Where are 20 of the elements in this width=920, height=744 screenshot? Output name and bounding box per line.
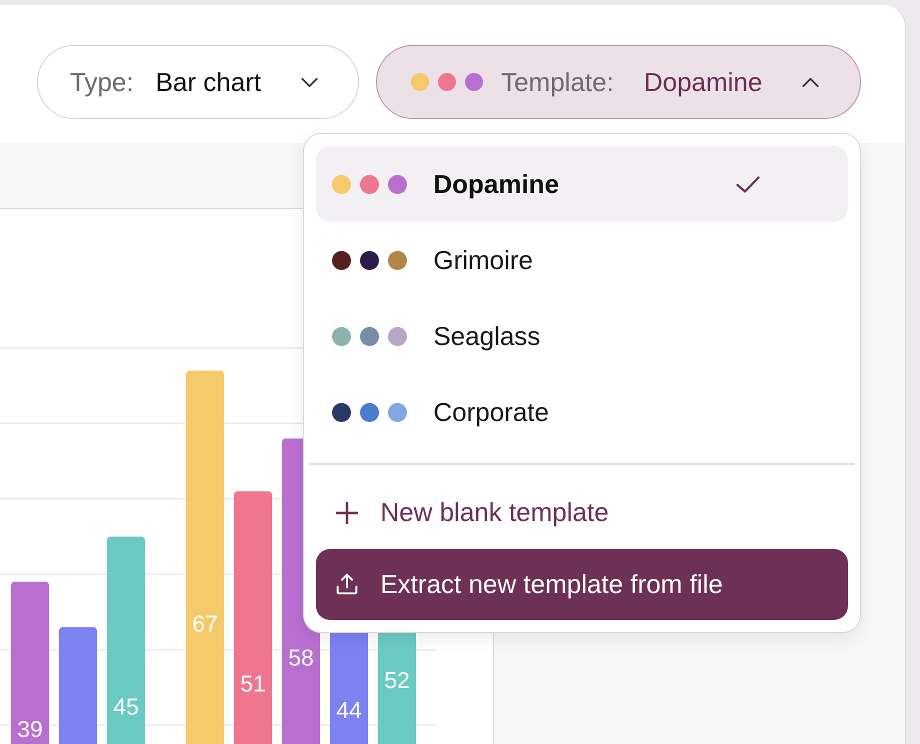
template-option[interactable]: Seaglass xyxy=(316,298,848,374)
bar-value-label: 51 xyxy=(240,670,266,697)
checkmark-icon xyxy=(736,176,760,192)
template-dropdown[interactable]: Template: Dopamine xyxy=(376,45,862,119)
template-option[interactable]: Dopamine xyxy=(316,146,848,222)
bar-value-label: 39 xyxy=(17,716,43,742)
type-dropdown[interactable]: Type: Bar chart xyxy=(37,45,360,119)
template-option[interactable]: Corporate xyxy=(316,374,848,450)
bar-value-label: 45 xyxy=(113,693,139,720)
extract-template-button[interactable]: Extract new template from file xyxy=(316,548,848,620)
bar-value-label: 67 xyxy=(192,610,218,636)
upload-icon xyxy=(336,573,358,595)
chevron-up-icon xyxy=(802,78,820,86)
chevron-down-icon xyxy=(301,78,318,86)
bar-value-label: 52 xyxy=(384,666,410,693)
bar-value-label: 44 xyxy=(336,697,362,724)
bar-value-label: 58 xyxy=(288,644,314,670)
new-template-item[interactable]: New blank template xyxy=(316,476,848,548)
template-option[interactable]: Grimoire xyxy=(316,222,848,298)
plus-icon xyxy=(336,502,358,524)
